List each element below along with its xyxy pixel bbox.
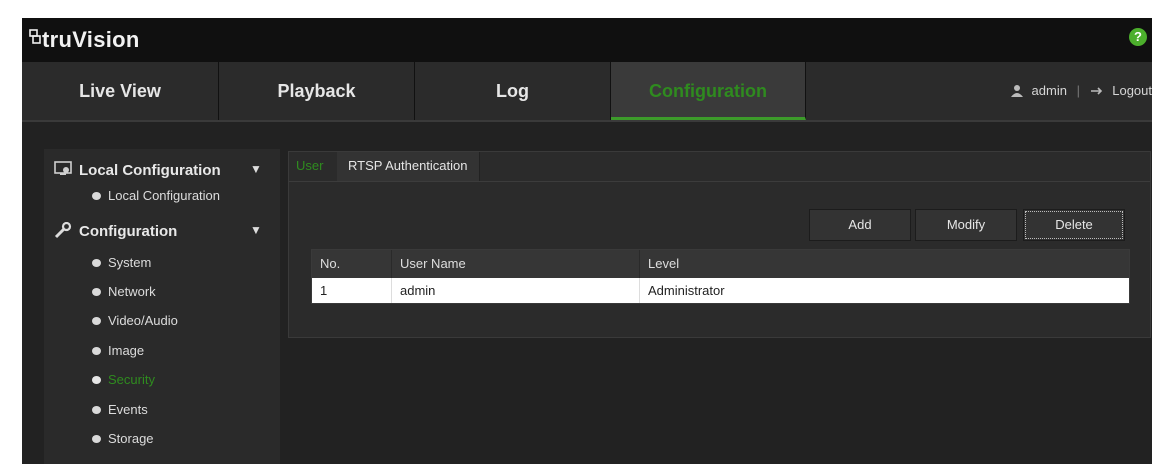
tab-configuration[interactable]: Configuration [611, 62, 806, 120]
tab-user[interactable]: User [296, 152, 323, 181]
bullet-icon [92, 406, 101, 414]
wrench-icon [54, 221, 72, 243]
logo-text: truVision [42, 27, 140, 52]
header-bar: truVision ? [22, 18, 1152, 62]
user-separator: | [1076, 83, 1080, 98]
logo-mark-icon [29, 25, 41, 51]
cell-user-name: admin [392, 278, 640, 303]
sidebar: Local Configuration ▼ Local Configuratio… [44, 149, 280, 464]
monitor-gear-icon [54, 161, 72, 181]
main-nav: Live View Playback Log Configuration adm… [22, 62, 1152, 122]
sidebar-group-label: Configuration [79, 223, 178, 240]
sidebar-item-label: Network [108, 284, 156, 299]
content-area: Local Configuration ▼ Local Configuratio… [22, 122, 1152, 464]
add-button[interactable]: Add [809, 209, 911, 241]
sidebar-item-label: Video/Audio [108, 313, 178, 328]
tab-live-view[interactable]: Live View [22, 62, 219, 120]
bullet-icon [92, 347, 101, 355]
bullet-icon [92, 435, 101, 443]
sidebar-item-label: Local Configuration [108, 188, 221, 203]
delete-button[interactable]: Delete [1023, 209, 1125, 241]
user-icon [1010, 83, 1024, 98]
chevron-down-icon[interactable]: ▼ [250, 223, 262, 237]
tab-playback[interactable]: Playback [219, 62, 415, 120]
user-box: admin | Logout [1010, 62, 1152, 120]
column-header-no: No. [312, 250, 392, 278]
bullet-icon [92, 192, 101, 200]
username-label[interactable]: admin [1032, 83, 1067, 98]
bullet-icon [92, 288, 101, 296]
chevron-down-icon[interactable]: ▼ [250, 162, 262, 176]
column-header-level: Level [648, 256, 680, 271]
tab-spacer [806, 62, 1002, 120]
app-window: truVision ? Live View Playback Log Confi… [22, 18, 1152, 464]
bullet-icon [92, 317, 101, 325]
user-table: No. User Name Level 1 admin Administrato… [311, 249, 1130, 304]
sidebar-group-local-configuration[interactable]: Local Configuration ▼ [50, 158, 274, 184]
cell-level: Administrator [648, 283, 725, 298]
sidebar-group-label: Local Configuration [79, 162, 221, 179]
help-icon[interactable]: ? [1129, 28, 1147, 46]
sidebar-item-label: System [108, 255, 152, 270]
tab-log[interactable]: Log [415, 62, 611, 120]
table-row[interactable]: 1 admin Administrator [312, 278, 1129, 303]
tab-rtsp-authentication[interactable]: RTSP Authentication [337, 152, 480, 181]
sidebar-item-label: Events [108, 402, 148, 417]
sidebar-item-label: Storage [108, 431, 154, 446]
sidebar-group-configuration[interactable]: Configuration ▼ [50, 219, 274, 245]
sub-tabs: User RTSP Authentication [289, 152, 1150, 182]
bullet-icon [92, 259, 101, 267]
cell-no: 1 [312, 278, 392, 303]
security-panel: User RTSP Authentication Add Modify Dele… [288, 151, 1151, 338]
truvision-logo: truVision [29, 27, 140, 53]
logout-link[interactable]: Logout [1112, 83, 1152, 98]
logout-icon [1090, 83, 1106, 98]
column-header-user-name: User Name [392, 250, 640, 278]
modify-button[interactable]: Modify [915, 209, 1017, 241]
bullet-icon [92, 376, 101, 384]
sidebar-item-label: Image [108, 343, 145, 358]
sidebar-item-label: Security [108, 372, 155, 387]
table-header: No. User Name Level [312, 250, 1129, 278]
